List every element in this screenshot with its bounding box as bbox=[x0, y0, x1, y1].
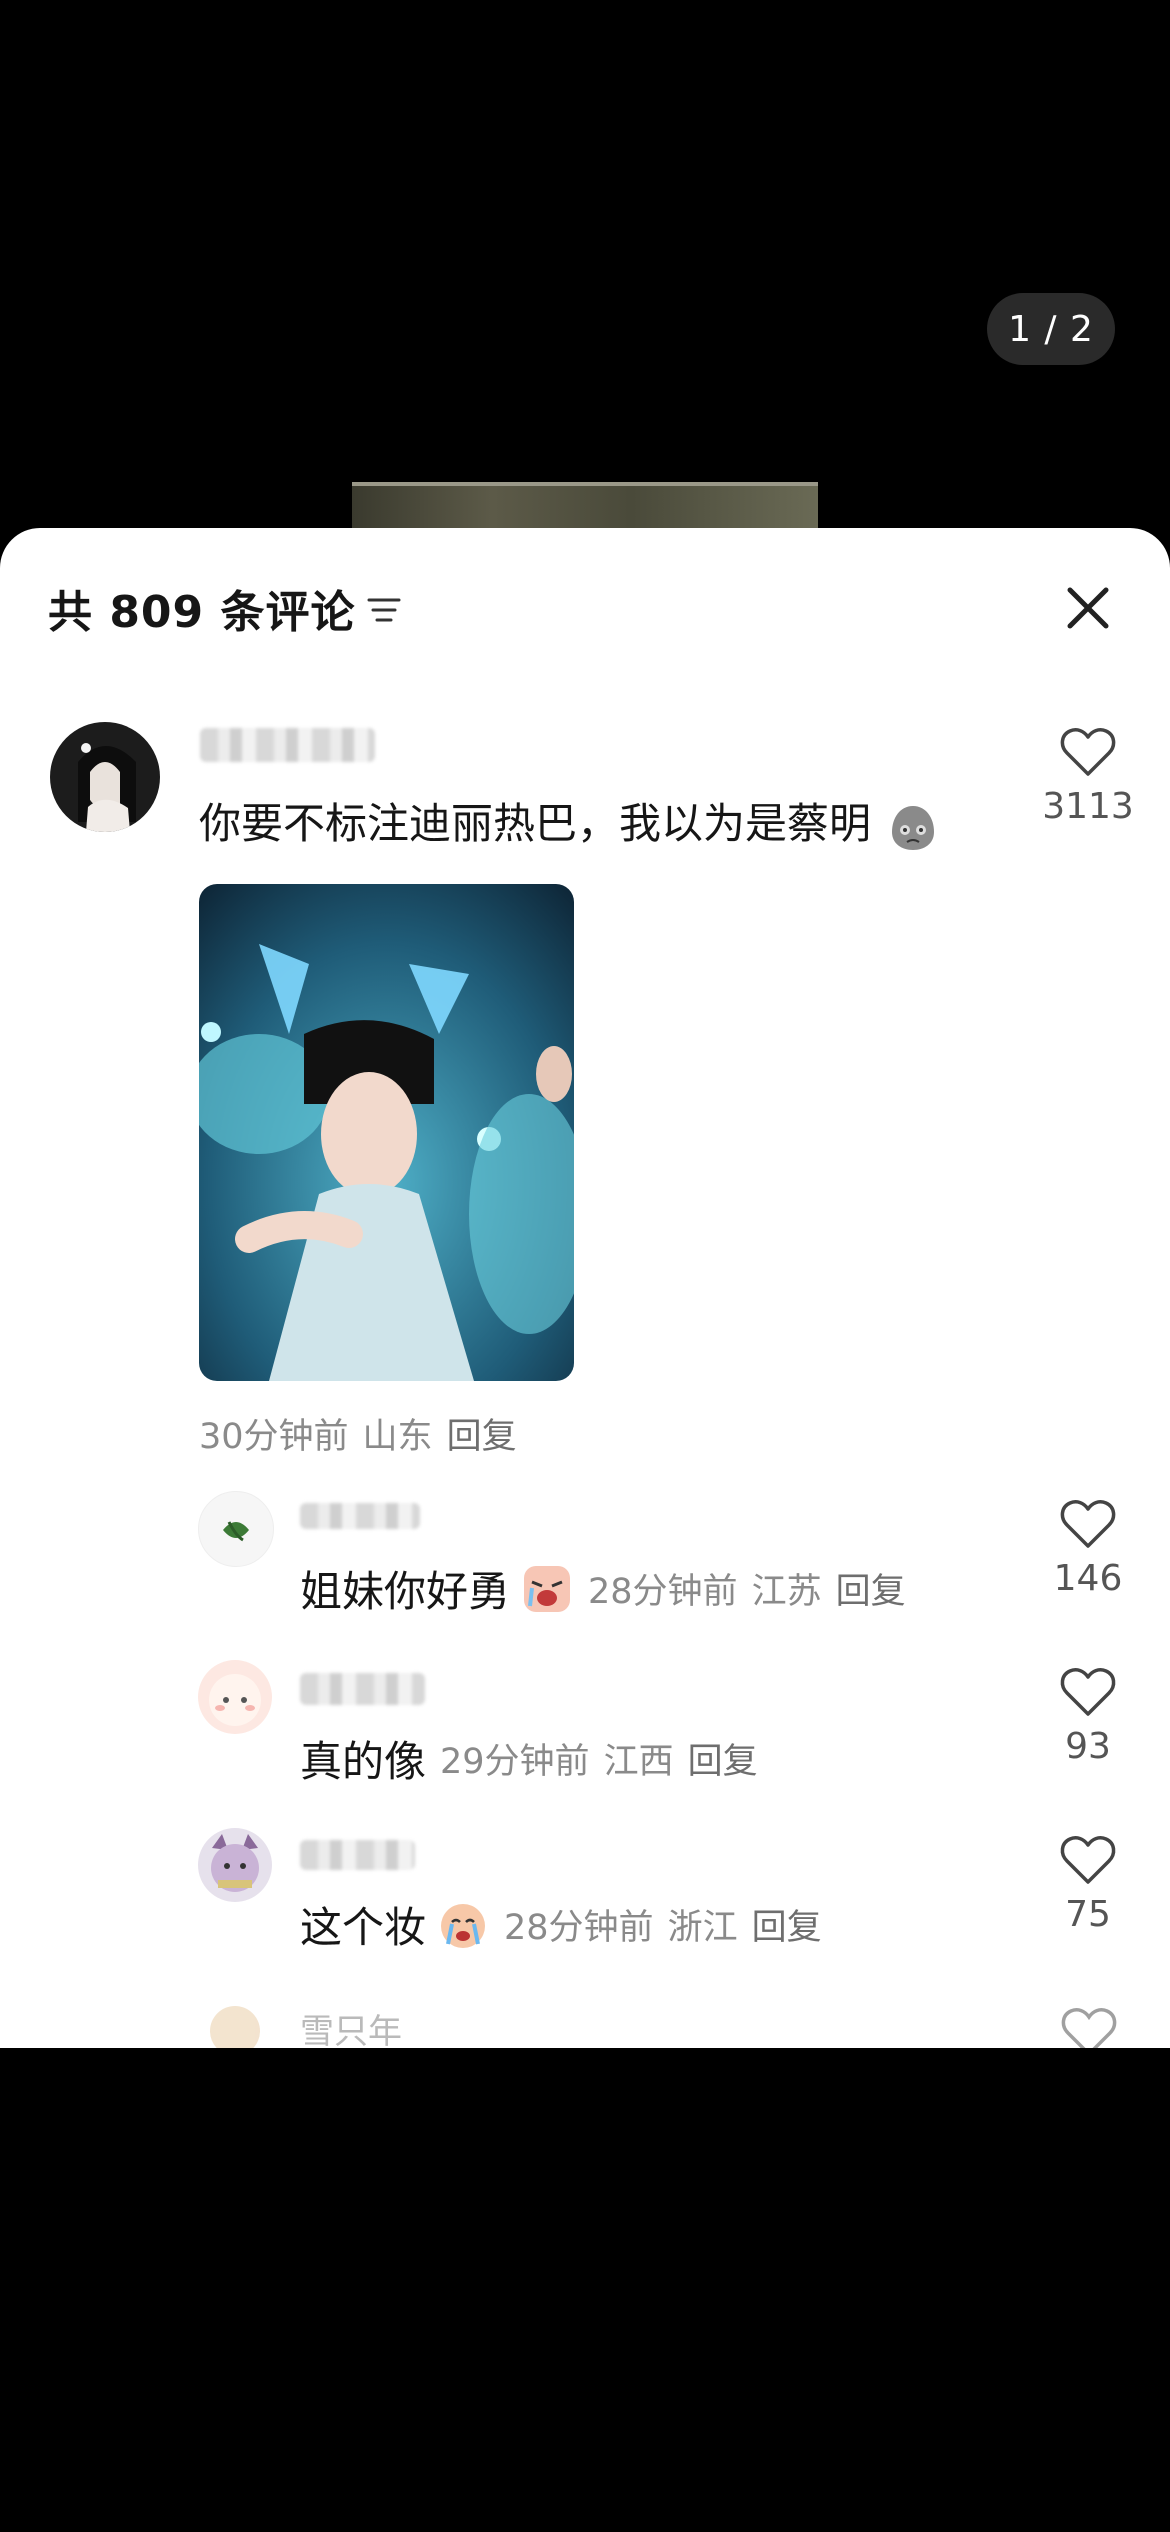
reply-text: 这个妆 bbox=[300, 1903, 427, 1952]
comment-time: 30分钟前 bbox=[199, 1417, 349, 1457]
heart-icon bbox=[1060, 1500, 1116, 1548]
like-count: 3113 bbox=[1042, 786, 1134, 827]
reply-row: 这个妆 28分钟前 浙江 回复 bbox=[300, 1894, 822, 1955]
comments-header[interactable]: 共 809 条评论 bbox=[48, 568, 401, 648]
reply-button[interactable]: 回复 bbox=[688, 1733, 758, 1784]
reply-text: 姐妹你好勇 bbox=[300, 1567, 511, 1616]
reply-location: 江西 bbox=[603, 1742, 674, 1782]
image-pager-badge: 1 / 2 bbox=[987, 293, 1115, 365]
username-redacted[interactable] bbox=[200, 728, 375, 762]
bottom-letterbox bbox=[0, 2048, 1170, 2532]
username-redacted[interactable] bbox=[300, 1673, 425, 1705]
comment-location: 山东 bbox=[362, 1417, 433, 1457]
comment-image[interactable] bbox=[199, 884, 574, 1381]
sobbing-face-emoji bbox=[441, 1903, 486, 1948]
like-count: 146 bbox=[1053, 1558, 1123, 1599]
reply-time: 29分钟前 bbox=[440, 1742, 590, 1782]
comments-sheet: 共 809 条评论 你要不标注迪丽热巴，我以为是蔡明 3113 30分钟前 山东… bbox=[0, 528, 1170, 2048]
sort-icon[interactable] bbox=[367, 595, 401, 625]
heart-icon bbox=[1060, 1836, 1116, 1884]
avatar[interactable] bbox=[198, 1828, 272, 1902]
avatar bbox=[210, 2006, 260, 2048]
reply-text: 真的像 bbox=[300, 1737, 427, 1786]
pensive-face-emoji bbox=[892, 805, 935, 850]
reply-row: 真的像 29分钟前 江西 回复 bbox=[300, 1728, 758, 1789]
like-button[interactable]: 75 bbox=[1028, 1834, 1148, 1935]
reply-time: 28分钟前 bbox=[588, 1572, 738, 1612]
reply-location: 浙江 bbox=[667, 1908, 738, 1948]
reply-row: 姐妹你好勇 28分钟前 江苏 回复 bbox=[300, 1558, 906, 1619]
username-redacted[interactable] bbox=[300, 1503, 420, 1529]
heart-icon bbox=[1061, 2008, 1117, 2048]
close-icon[interactable] bbox=[1050, 570, 1126, 646]
comment-text: 你要不标注迪丽热巴，我以为是蔡明 bbox=[199, 790, 940, 854]
crying-face-emoji bbox=[524, 1565, 571, 1612]
avatar[interactable] bbox=[50, 722, 160, 832]
reply-button[interactable]: 回复 bbox=[447, 1408, 517, 1459]
heart-icon bbox=[1060, 1668, 1116, 1716]
reply-time: 28分钟前 bbox=[504, 1908, 654, 1948]
like-count: 75 bbox=[1065, 1894, 1111, 1935]
like-count: 93 bbox=[1065, 1726, 1111, 1767]
comment-meta: 30分钟前 山东 回复 bbox=[199, 1408, 517, 1459]
username-redacted[interactable] bbox=[300, 1840, 415, 1870]
avatar[interactable] bbox=[198, 1491, 274, 1567]
reply-location: 江苏 bbox=[751, 1572, 822, 1612]
partial-username: 雪只年 bbox=[300, 2012, 402, 2048]
like-button[interactable]: 146 bbox=[1028, 1498, 1148, 1599]
partial-reply-row: 雪只年 bbox=[0, 1996, 1170, 2048]
heart-icon bbox=[1060, 728, 1116, 776]
avatar[interactable] bbox=[198, 1660, 272, 1734]
comment-count-title: 共 809 条评论 bbox=[48, 587, 356, 638]
reply-button[interactable]: 回复 bbox=[752, 1899, 822, 1950]
like-button[interactable]: 3113 bbox=[1028, 726, 1148, 827]
like-button[interactable]: 93 bbox=[1028, 1666, 1148, 1767]
reply-button[interactable]: 回复 bbox=[836, 1563, 906, 1614]
